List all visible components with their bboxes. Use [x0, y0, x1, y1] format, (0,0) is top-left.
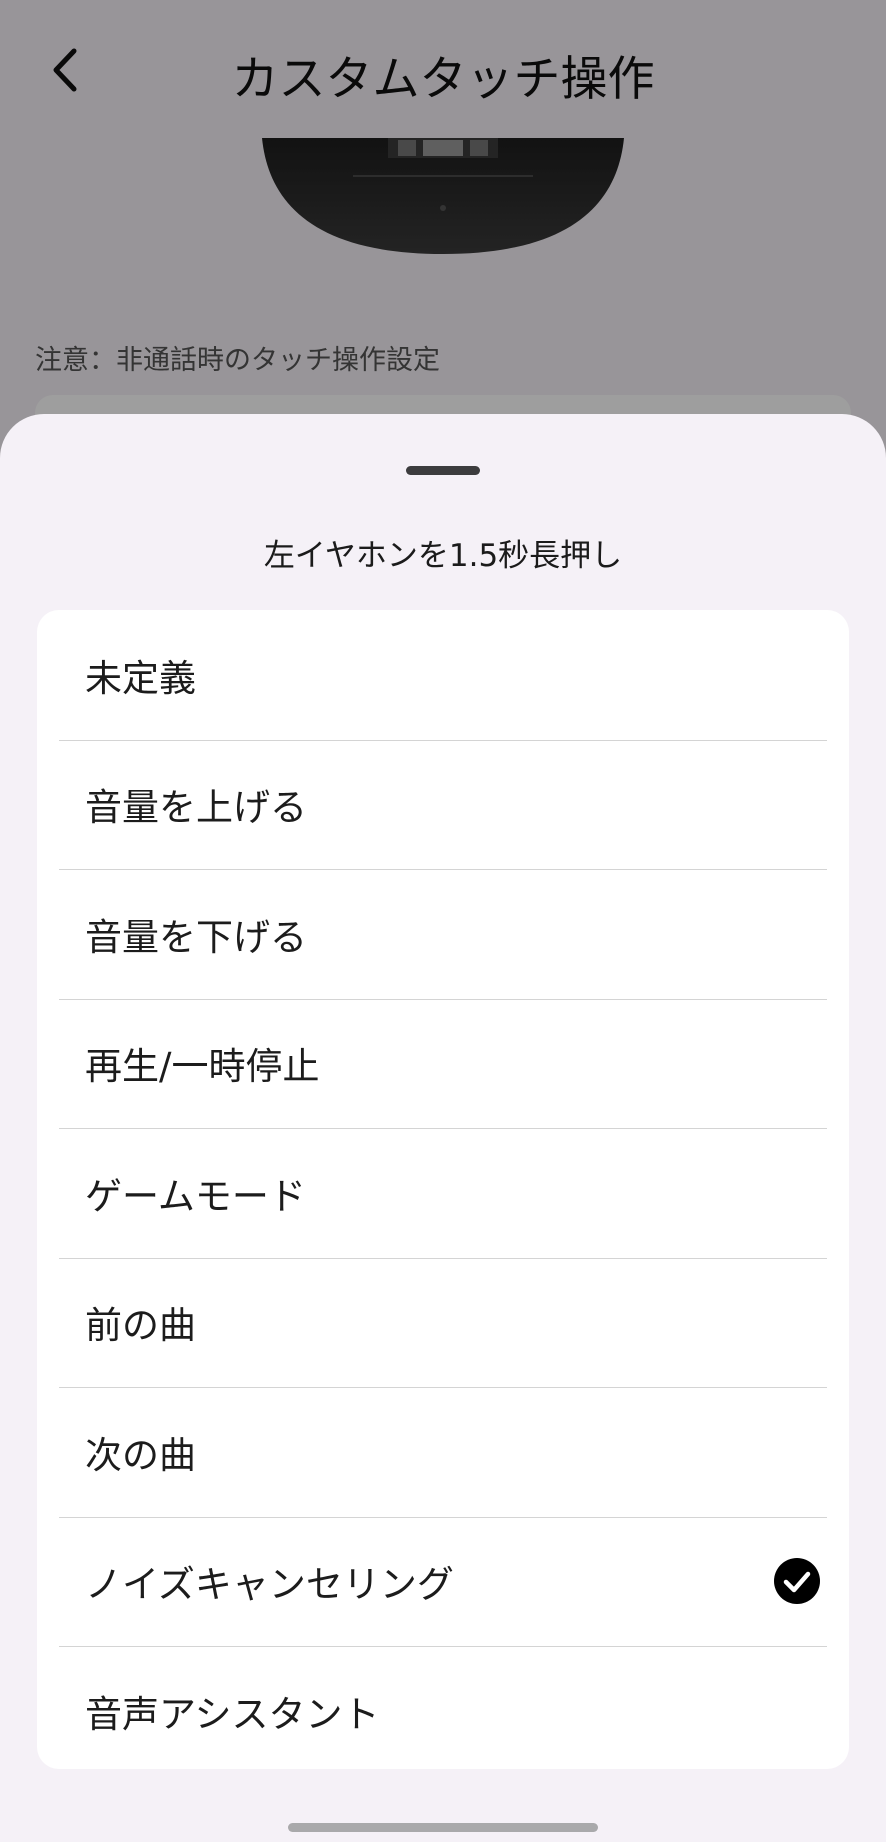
option-label: 未定義 [85, 656, 196, 700]
bottom-sheet: 左イヤホンを1.5秒長押し 未定義 音量を上げる 音量を下げる 再生/一時停止 … [0, 414, 886, 1842]
screen: カスタムタッチ操作 注意：非通話時のタッチ操作設定 左イヤホンを1.5秒長押し [0, 0, 886, 1842]
option-voice-assistant[interactable]: 音声アシスタント [37, 1646, 849, 1769]
option-volume-up[interactable]: 音量を上げる [37, 739, 849, 870]
option-label: 前の曲 [85, 1304, 196, 1348]
option-noise-cancelling[interactable]: ノイズキャンセリング [37, 1516, 849, 1647]
option-label: 音量を下げる [85, 915, 307, 959]
option-game-mode[interactable]: ゲームモード [37, 1128, 849, 1258]
option-label: 音量を上げる [85, 786, 307, 830]
option-label: 音声アシスタント [85, 1692, 380, 1736]
option-volume-down[interactable]: 音量を下げる [37, 869, 849, 999]
option-label: 再生/一時停止 [85, 1045, 320, 1089]
drag-handle[interactable] [406, 466, 480, 475]
option-undefined[interactable]: 未定義 [37, 610, 849, 740]
option-label: 次の曲 [85, 1433, 196, 1477]
check-circle-icon [773, 1557, 821, 1605]
sheet-title: 左イヤホンを1.5秒長押し [263, 538, 623, 574]
options-list: 未定義 音量を上げる 音量を下げる 再生/一時停止 ゲームモード 前の曲 次の曲… [37, 610, 849, 1769]
option-play-pause[interactable]: 再生/一時停止 [37, 998, 849, 1129]
home-indicator [288, 1823, 598, 1832]
option-previous-track[interactable]: 前の曲 [37, 1257, 849, 1388]
option-label: ゲームモード [85, 1174, 306, 1218]
option-label: ノイズキャンセリング [85, 1563, 454, 1607]
option-next-track[interactable]: 次の曲 [37, 1387, 849, 1517]
